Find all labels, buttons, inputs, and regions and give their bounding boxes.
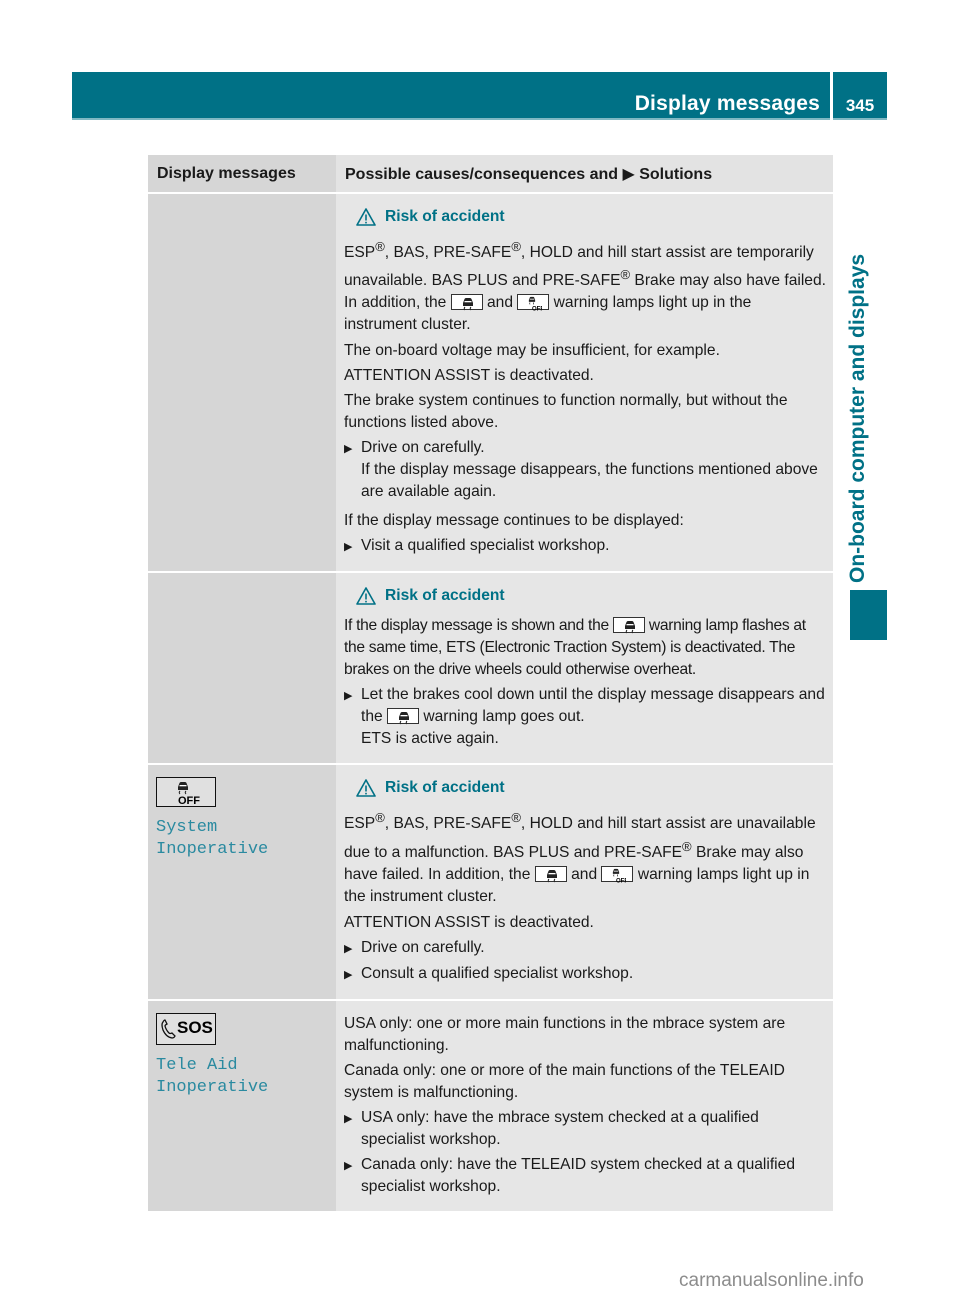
text: and — [482, 294, 518, 312]
paragraph: If the display message is shown and the … — [344, 615, 826, 681]
causes-solutions-cell: Risk of accident ESP®, BAS, PRE-SAFE®, H… — [336, 764, 833, 1001]
column-header-causes-solutions: Possible causes/consequences and ▶ Solut… — [336, 155, 833, 194]
step-text: Let the brakes cool down until the displ… — [361, 684, 826, 728]
warning-triangle-icon — [356, 208, 376, 226]
solution-step: ▶ Let the brakes cool down until the dis… — [344, 684, 826, 750]
registered-mark: ® — [511, 810, 521, 826]
skid-warning-lamp-icon — [612, 617, 645, 633]
display-message-cell-empty — [148, 193, 336, 574]
svg-text:OFF: OFF — [178, 795, 200, 806]
step-text: Canada only: have the TELEAID system che… — [361, 1155, 795, 1195]
step-arrow-icon: ▶ — [344, 443, 353, 456]
risk-warning-heading: Risk of accident — [344, 206, 826, 228]
skid-warning-lamp-icon — [450, 294, 483, 310]
step-arrow-icon: ▶ — [344, 541, 353, 554]
registered-mark: ® — [620, 267, 631, 283]
display-messages-table: Display messages Possible causes/consequ… — [148, 155, 833, 1213]
step-text: USA only: have the mbrace system checked… — [361, 1108, 759, 1148]
chapter-side-label: On-board computer and displays — [846, 253, 869, 583]
step-arrow-icon: ▶ — [344, 942, 353, 955]
text: ESP — [344, 815, 376, 833]
paragraph: The on-board voltage may be insufficient… — [344, 342, 720, 360]
display-message-cell: SOS Tele Aid Inoperative — [148, 999, 336, 1213]
step-text: Consult a qualified specialist workshop. — [361, 964, 634, 982]
solution-step: ▶ USA only: have the mbrace system check… — [344, 1107, 826, 1151]
warning-triangle-icon — [356, 779, 376, 797]
paragraph: ESP®, BAS, PRE-SAFE®, HOLD and hill star… — [344, 807, 826, 907]
svg-text:SOS: SOS — [177, 1018, 213, 1037]
paragraph: Canada only: one or more of the main fun… — [344, 1061, 785, 1101]
page-number-box: 345 — [833, 72, 887, 120]
table-row: Risk of accident If the display message … — [148, 572, 833, 766]
svg-text:OFF: OFF — [616, 878, 626, 883]
skid-warning-lamp-icon — [534, 865, 567, 882]
sos-phone-icon: SOS — [156, 1012, 216, 1045]
svg-text:OFF: OFF — [532, 307, 542, 312]
skid-warning-lamp-icon — [387, 708, 420, 724]
chapter-tab-marker — [850, 590, 887, 640]
warning-title: Risk of accident — [385, 779, 505, 797]
section-header-bar: Display messages — [72, 72, 830, 120]
registered-mark: ® — [511, 239, 521, 254]
table-row: SOS Tele Aid Inoperative USA only: one o… — [148, 999, 833, 1213]
warning-title: Risk of accident — [385, 587, 505, 605]
step-subtext: ETS is active again. — [361, 730, 499, 748]
solution-step: ▶ Drive on carefully. — [344, 937, 826, 960]
esp-off-warning-lamp-icon: OFF — [601, 865, 634, 883]
registered-mark: ® — [682, 838, 692, 854]
paragraph: ESP®, BAS, PRE-SAFE®, HOLD and hill star… — [344, 236, 826, 336]
step-arrow-icon: ▶ — [344, 1112, 353, 1125]
warning-triangle-icon — [356, 587, 376, 605]
causes-solutions-cell: Risk of accident If the display message … — [336, 572, 833, 766]
table-row: Risk of accident ESP®, BAS, PRE-SAFE®, H… — [148, 193, 833, 574]
display-message-cell-empty — [148, 572, 336, 766]
step-arrow-icon: ▶ — [344, 1159, 353, 1172]
display-message-cell: OFF System Inoperative — [148, 764, 336, 1001]
text: ESP — [344, 244, 376, 262]
risk-warning-heading: Risk of accident — [344, 585, 826, 607]
step-arrow-icon: ▶ — [344, 690, 353, 703]
table-header-row: Display messages Possible causes/consequ… — [148, 155, 833, 194]
text: warning lamp goes out. — [423, 708, 585, 726]
risk-warning-heading: Risk of accident — [344, 777, 826, 799]
page-number: 345 — [845, 96, 875, 115]
section-title: Display messages — [634, 92, 820, 115]
registered-mark: ® — [375, 239, 385, 254]
text: , BAS, PRE-SAFE — [384, 815, 512, 833]
step-subtext: If the display message disappears, the f… — [361, 461, 818, 501]
step-arrow-icon: ▶ — [344, 968, 353, 981]
text: If the display message is shown and the — [344, 617, 609, 635]
column-header-display-messages: Display messages — [148, 155, 336, 194]
registered-mark: ® — [375, 810, 385, 826]
causes-solutions-cell: USA only: one or more main functions in … — [336, 999, 833, 1213]
solution-step: ▶ Drive on carefully. If the display mes… — [344, 437, 826, 503]
solution-step: ▶ Canada only: have the TELEAID system c… — [344, 1154, 826, 1198]
esp-off-icon: OFF — [156, 777, 216, 808]
paragraph: ATTENTION ASSIST is deactivated. — [344, 367, 594, 385]
watermark: carmanualsonline.info — [679, 1270, 864, 1291]
step-text: Visit a qualified specialist workshop. — [361, 537, 610, 555]
solution-step: ▶ Consult a qualified specialist worksho… — [344, 963, 826, 986]
esp-off-warning-lamp-icon: OFF — [517, 294, 550, 312]
paragraph: If the display message continues to be d… — [344, 512, 684, 530]
display-message-line: Inoperative — [156, 1077, 269, 1097]
display-message-line: Tele Aid — [156, 1055, 238, 1075]
display-message-text: System Inoperative — [156, 818, 269, 860]
paragraph: USA only: one or more main functions in … — [344, 1014, 786, 1054]
text: , BAS, PRE-SAFE — [384, 244, 512, 262]
warning-title: Risk of accident — [385, 208, 505, 225]
causes-solutions-cell: Risk of accident ESP®, BAS, PRE-SAFE®, H… — [336, 193, 833, 574]
step-text: Drive on carefully. — [361, 938, 485, 956]
paragraph: ATTENTION ASSIST is deactivated. — [344, 913, 594, 931]
text: and — [571, 865, 598, 883]
paragraph: The brake system continues to function n… — [344, 392, 788, 432]
table-row: OFF System Inoperative Risk of accident … — [148, 764, 833, 1001]
solution-step: ▶ Visit a qualified specialist workshop. — [344, 535, 826, 558]
step-text: Drive on carefully. — [361, 439, 485, 457]
display-message-text: Tele Aid Inoperative — [156, 1055, 328, 1099]
